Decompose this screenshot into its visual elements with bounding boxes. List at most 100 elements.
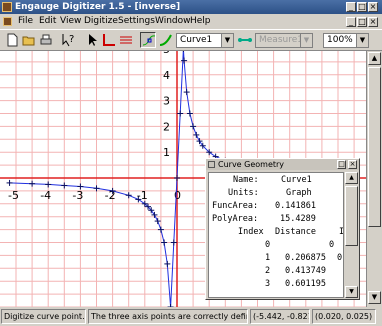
- menu-settings[interactable]: Settings: [118, 16, 155, 27]
- units-value: Graph: [286, 188, 312, 198]
- row-extra: 0: [337, 253, 343, 263]
- axis-point-tool-button[interactable]: [101, 32, 117, 48]
- status-bar: Digitize curve point... The three axis p…: [0, 307, 382, 326]
- status-screen-coords: (0.020, 0.025): [312, 309, 376, 324]
- open-file-button[interactable]: [21, 32, 37, 48]
- chevron-down-icon: ▼: [300, 34, 312, 47]
- select-tool-button[interactable]: [84, 32, 100, 48]
- header-index: Index: [238, 227, 264, 237]
- scroll-up-button[interactable]: ▲: [345, 172, 358, 184]
- print-button[interactable]: [38, 32, 54, 48]
- funcarea-label: FuncArea:: [212, 201, 259, 211]
- menu-file[interactable]: File: [18, 16, 33, 27]
- name-label: Name:: [233, 175, 259, 185]
- menu-digitize[interactable]: Digitize: [84, 16, 118, 27]
- curve-select-value: Curve1: [180, 35, 213, 45]
- geometry-row: 3 0.601195: [209, 279, 326, 290]
- curve-point-tool-button[interactable]: [140, 32, 156, 48]
- header-extra: I: [339, 227, 344, 237]
- status-message: The three axis points are correctly defi…: [88, 309, 248, 324]
- app-icon[interactable]: [2, 2, 12, 12]
- scroll-down-button[interactable]: ▼: [345, 286, 358, 298]
- close-button[interactable]: ×: [368, 2, 378, 12]
- geometry-row: 1 0.206875 0: [209, 253, 342, 264]
- measure-icon: [238, 38, 252, 42]
- polyarea-label: PolyArea:: [212, 214, 259, 224]
- header-distance: Distance: [275, 227, 316, 237]
- geometry-restore-button[interactable]: □: [337, 160, 346, 169]
- svg-text:?: ?: [69, 34, 74, 45]
- measure-select[interactable]: Measure1 ▼: [255, 33, 313, 48]
- y-tick-label: 5: [163, 51, 170, 56]
- chevron-down-icon: ▼: [221, 34, 233, 47]
- menu-edit[interactable]: Edit: [39, 16, 56, 27]
- row-distance: 0.413749: [285, 266, 326, 276]
- vertical-scrollbar[interactable]: ▲ ▼: [366, 51, 382, 307]
- row-distance: 0: [329, 240, 335, 250]
- row-index: 1: [265, 253, 271, 263]
- mdi-minimize-button[interactable]: _: [346, 17, 356, 27]
- row-distance: 0.601195: [285, 279, 326, 289]
- document-icon[interactable]: [3, 17, 12, 26]
- measure-tool-button[interactable]: [237, 32, 253, 48]
- geometry-text-view[interactable]: Name: Curve1 Units: Graph FuncArea: 0.14…: [208, 172, 344, 298]
- x-tick-label: -3: [72, 189, 83, 202]
- maximize-button[interactable]: □: [357, 2, 367, 12]
- segment-fill-icon: [159, 34, 172, 46]
- polyarea-value: 15.4289: [280, 214, 316, 224]
- units-label: Units:: [228, 188, 259, 198]
- window-icon: [208, 161, 215, 168]
- x-tick-label: -4: [40, 189, 51, 202]
- scale-bar-tool-button[interactable]: [118, 32, 134, 48]
- curve-point-icon: [142, 35, 156, 46]
- mdi-restore-button[interactable]: □: [357, 17, 367, 27]
- scroll-down-button[interactable]: ▼: [368, 291, 381, 304]
- measure-select-value: Measure1: [259, 35, 303, 45]
- y-tick-label: 2: [163, 120, 170, 133]
- row-index: 2: [265, 266, 271, 276]
- pointer-icon: [89, 34, 97, 46]
- geometry-close-button[interactable]: ×: [348, 160, 357, 169]
- new-file-icon: [7, 33, 18, 47]
- y-tick-label: 1: [163, 146, 170, 159]
- scroll-thumb[interactable]: [345, 186, 358, 246]
- segment-fill-tool-button[interactable]: [158, 32, 174, 48]
- menu-help[interactable]: Help: [190, 16, 211, 27]
- title-bar: Engauge Digitizer 1.5 - [inverse] _ □ ×: [0, 0, 382, 14]
- status-graph-coords: (-5.442, -0.821): [250, 309, 310, 324]
- status-hint: Digitize curve point...: [1, 309, 86, 324]
- geometry-row: 2 0.413749: [209, 266, 326, 277]
- minimize-button[interactable]: _: [346, 2, 356, 12]
- scroll-thumb[interactable]: [368, 67, 381, 227]
- scroll-up-button[interactable]: ▲: [368, 52, 381, 65]
- funcarea-value: 0.141861: [275, 201, 316, 211]
- whats-this-button[interactable]: ?: [60, 32, 76, 48]
- row-index: 3: [265, 279, 271, 289]
- new-file-button[interactable]: [4, 32, 20, 48]
- curve-select[interactable]: Curve1 ▼: [176, 33, 234, 48]
- axis-point-icon: [103, 34, 115, 46]
- menu-window[interactable]: Window: [155, 16, 191, 27]
- zoom-select[interactable]: 100% ▼: [323, 33, 369, 48]
- scale-bar-icon: [120, 36, 132, 44]
- menu-view[interactable]: View: [60, 16, 81, 27]
- menu-bar: File Edit View Digitize Settings Window …: [0, 14, 382, 29]
- toolbar: ? Curve1 ▼ Measure1 ▼ 100% ▼: [0, 29, 382, 51]
- curve-geometry-title-bar[interactable]: Curve Geometry □ ×: [206, 159, 359, 170]
- y-tick-label: 3: [163, 95, 170, 108]
- curve-geometry-window: Curve Geometry □ × Name: Curve1 Units: G…: [205, 158, 360, 300]
- mdi-close-button[interactable]: ×: [368, 17, 378, 27]
- curve-geometry-title: Curve Geometry: [218, 160, 285, 169]
- y-tick-label: 4: [163, 69, 170, 82]
- zoom-select-value: 100%: [327, 35, 353, 45]
- chevron-down-icon: ▼: [356, 34, 368, 47]
- geometry-scrollbar[interactable]: ▲ ▼: [345, 172, 358, 298]
- whats-this-icon: ?: [62, 34, 74, 47]
- x-tick-label: -5: [8, 189, 19, 202]
- printer-icon: [40, 34, 52, 45]
- open-folder-icon: [22, 36, 35, 46]
- x-tick-label: 0: [174, 189, 181, 202]
- row-distance: 0.206875: [285, 253, 326, 263]
- row-index: 0: [265, 240, 271, 250]
- name-value: Curve1: [281, 175, 312, 185]
